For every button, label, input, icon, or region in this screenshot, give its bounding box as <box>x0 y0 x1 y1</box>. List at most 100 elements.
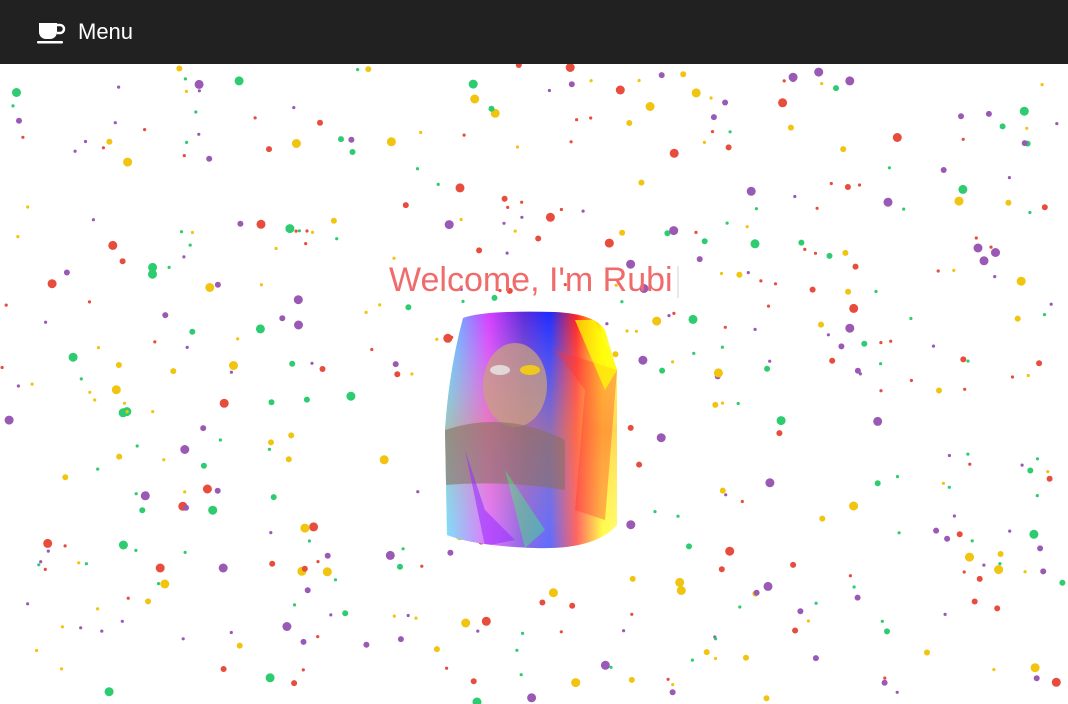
confetti-dot <box>994 605 1001 612</box>
confetti-dot <box>849 501 859 511</box>
confetti-dot <box>548 588 558 598</box>
confetti-dot <box>1020 463 1024 467</box>
confetti-dot <box>568 81 575 88</box>
confetti-dot <box>909 316 913 321</box>
confetti-dot <box>813 251 818 255</box>
confetti-dot <box>1029 529 1039 539</box>
confetti-dot <box>753 327 757 331</box>
confetti-dot <box>60 667 64 671</box>
confetti-dot <box>746 271 750 275</box>
confetti-dot <box>909 378 914 383</box>
confetti-dot <box>219 398 229 408</box>
confetti-dot <box>820 82 824 86</box>
confetti-dot <box>999 123 1006 130</box>
confetti-dot <box>874 480 881 487</box>
confetti-dot <box>414 616 418 620</box>
confetti-dot <box>671 360 675 364</box>
confetti-dot <box>710 114 717 121</box>
confetti-dot <box>111 385 121 395</box>
confetti-dot <box>773 282 778 286</box>
confetti-dot <box>1049 302 1053 306</box>
confetti-dot <box>989 245 993 249</box>
confetti-dot <box>993 275 997 279</box>
confetti-dot <box>176 65 183 72</box>
confetti-dot <box>1035 494 1039 498</box>
confetti-dot <box>874 289 878 294</box>
confetti-dot <box>515 64 522 68</box>
confetti-dot <box>963 387 967 391</box>
confetti-dot <box>520 215 524 219</box>
confetti-dot <box>818 321 824 328</box>
confetti-dot <box>849 303 859 313</box>
confetti-dot <box>117 85 121 89</box>
confetti-dot <box>694 230 698 234</box>
confetti-dot <box>1036 360 1043 367</box>
confetti-dot <box>405 304 412 311</box>
confetti-dot <box>218 563 228 573</box>
confetti-dot <box>229 361 238 370</box>
confetti-dot <box>604 238 614 248</box>
confetti-dot <box>208 505 218 515</box>
confetti-dot <box>728 130 732 134</box>
confetti-dot <box>819 515 826 522</box>
confetti-dot <box>46 549 50 553</box>
confetti-dot <box>118 540 128 550</box>
confetti-dot <box>21 135 25 139</box>
confetti-dot <box>746 186 756 196</box>
confetti-dot <box>1014 315 1021 322</box>
confetti-dot <box>301 668 305 672</box>
confetti-dot <box>476 629 480 633</box>
confetti-dot <box>4 415 14 425</box>
confetti-dot <box>256 219 266 229</box>
confetti-dot <box>609 665 613 669</box>
confetti-dot <box>620 300 624 304</box>
confetti-dot <box>840 146 847 153</box>
confetti-dot <box>766 304 771 308</box>
confetti-dot <box>943 612 947 617</box>
confetti-dot <box>410 372 414 376</box>
confetti-dot <box>206 155 213 162</box>
confetti-dot <box>416 490 420 494</box>
confetti-dot <box>895 690 899 694</box>
confetti-dot <box>750 239 760 249</box>
confetti-dot <box>47 279 57 289</box>
typing-caret <box>676 266 679 299</box>
confetti-dot <box>1026 373 1030 378</box>
confetti-dot <box>43 538 53 548</box>
confetti-dot <box>205 283 215 292</box>
confetti-dot <box>194 79 204 89</box>
confetti-dot <box>11 104 15 108</box>
confetti-dot <box>30 382 34 386</box>
confetti-dot <box>462 133 466 137</box>
confetti-dot <box>365 66 372 73</box>
confetti-dot <box>515 145 520 149</box>
confetti-dot <box>402 202 409 209</box>
confetti-dot <box>179 230 184 234</box>
confetti-dot <box>26 602 30 606</box>
confetti-dot <box>848 574 853 578</box>
confetti-dot <box>419 130 423 135</box>
confetti-dot <box>736 271 743 278</box>
confetti-dot <box>776 430 783 437</box>
confetti-dot <box>1041 204 1048 211</box>
confetti-dot <box>782 79 786 83</box>
confetti-dot <box>958 113 964 120</box>
confetti-dot <box>545 212 555 222</box>
menu-button[interactable]: Menu <box>36 19 133 45</box>
confetti-dot <box>122 401 127 405</box>
confetti-dot <box>569 602 576 609</box>
confetti-dot <box>73 149 77 153</box>
confetti-dot <box>627 424 634 431</box>
confetti-dot <box>91 218 95 222</box>
confetti-dot <box>970 539 974 543</box>
confetti-dot <box>997 551 1004 557</box>
confetti-dot <box>626 120 633 126</box>
confetti-dot <box>16 117 22 124</box>
confetti-dot <box>722 99 729 106</box>
confetti-dot <box>100 629 104 633</box>
confetti-dot <box>933 527 940 534</box>
confetti-dot <box>692 351 696 355</box>
confetti-dot <box>506 205 510 209</box>
confetti-dot <box>43 567 47 571</box>
confetti-dot <box>119 258 126 265</box>
